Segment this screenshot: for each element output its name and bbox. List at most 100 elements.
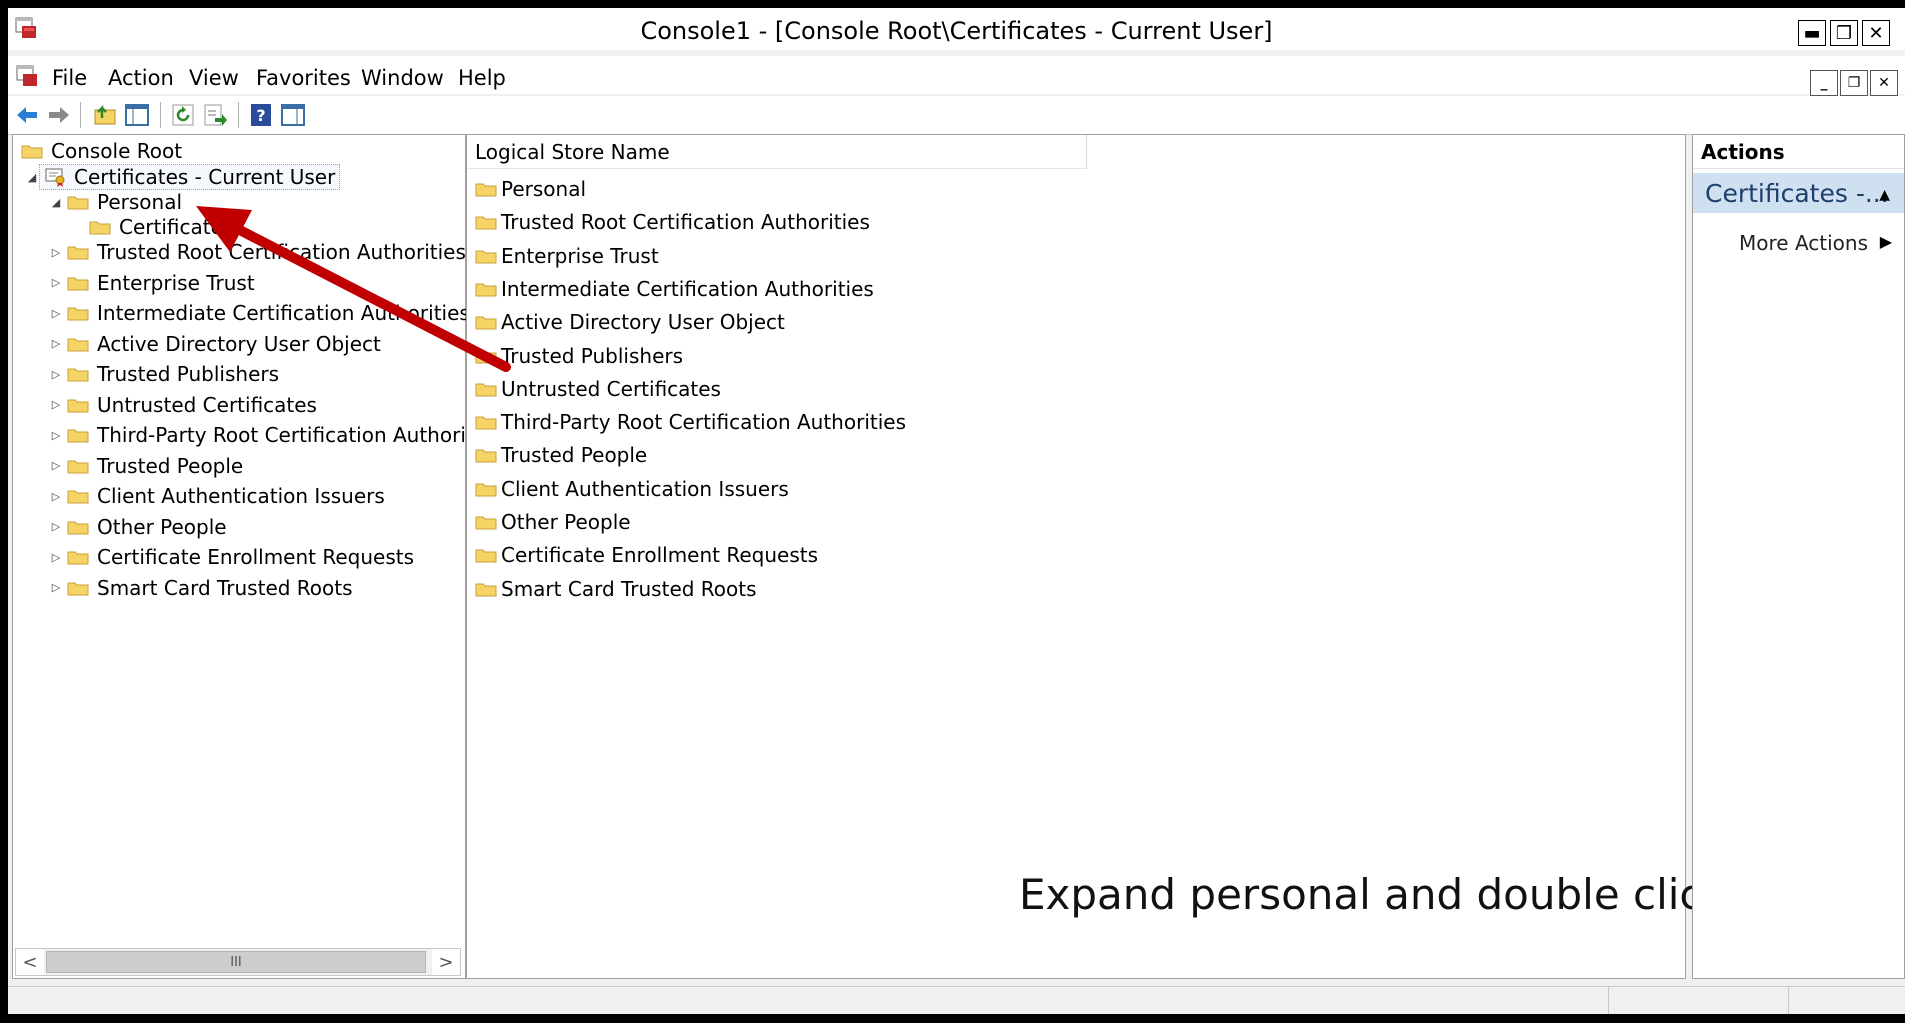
collapsed-triangle-icon[interactable]: ▷ bbox=[49, 520, 63, 533]
help-icon[interactable]: ? bbox=[248, 102, 274, 128]
menu-window[interactable]: Window bbox=[361, 66, 444, 90]
expanded-triangle-icon[interactable]: ◢ bbox=[25, 171, 39, 184]
folder-icon bbox=[475, 414, 497, 430]
menu-file[interactable]: File bbox=[52, 66, 87, 90]
collapsed-triangle-icon[interactable]: ▷ bbox=[49, 246, 63, 259]
tree-node-label: Untrusted Certificates bbox=[97, 392, 317, 417]
scroll-thumb[interactable]: III bbox=[46, 951, 426, 973]
child-minimize-button[interactable]: _ bbox=[1810, 70, 1838, 96]
list-item[interactable]: Certificate Enrollment Requests bbox=[475, 541, 818, 569]
list-item-label: Trusted People bbox=[501, 443, 648, 468]
tree-node-label: Certificate Enrollment Requests bbox=[97, 545, 415, 569]
tree-node-label: Client Authentication Issuers bbox=[97, 484, 385, 508]
collapsed-triangle-icon[interactable]: ▷ bbox=[49, 551, 63, 564]
list-item-label: Trusted Root Certification Authorities bbox=[501, 210, 870, 235]
more-actions-item[interactable]: More Actions bbox=[1739, 231, 1868, 255]
tree-node-store[interactable]: ▷ Untrusted Certificates bbox=[49, 391, 317, 419]
tree-node-store[interactable]: ▷ Active Directory User Object bbox=[49, 330, 381, 358]
console-menu-icon[interactable] bbox=[14, 64, 40, 88]
child-restore-button[interactable]: ❐ bbox=[1840, 70, 1868, 96]
folder-icon bbox=[67, 580, 89, 596]
toolbar: ? bbox=[8, 96, 1905, 135]
up-one-level-icon[interactable] bbox=[92, 102, 118, 128]
collapsed-triangle-icon[interactable]: ▷ bbox=[49, 459, 63, 472]
list-item[interactable]: Trusted People bbox=[475, 441, 647, 469]
tree-node-certificates-current-user[interactable]: ◢ Certificates - Current User bbox=[25, 163, 341, 191]
menu-help[interactable]: Help bbox=[458, 66, 506, 90]
expanded-triangle-icon[interactable]: ◢ bbox=[49, 196, 63, 209]
collapsed-triangle-icon[interactable]: ▷ bbox=[49, 490, 63, 503]
tree-node-store[interactable]: ▷ Trusted Publishers bbox=[49, 360, 279, 388]
refresh-icon[interactable] bbox=[170, 102, 196, 128]
tree-node-store[interactable]: ▷ Other People bbox=[49, 513, 227, 541]
tree-node-store[interactable]: ▷ Intermediate Certification Authorities bbox=[49, 299, 470, 327]
list-item[interactable]: Active Directory User Object bbox=[475, 308, 785, 336]
minimize-icon: ▬ bbox=[1803, 22, 1821, 44]
folder-icon bbox=[67, 366, 89, 382]
menu-view[interactable]: View bbox=[189, 66, 239, 90]
collapsed-triangle-icon[interactable]: ▷ bbox=[49, 307, 63, 320]
minimize-button[interactable]: ▬ bbox=[1798, 20, 1826, 46]
list-item[interactable]: Personal bbox=[475, 175, 586, 203]
collapsed-triangle-icon[interactable]: ▷ bbox=[49, 398, 63, 411]
tree-node-store[interactable]: ▷ Trusted People bbox=[49, 452, 243, 480]
list-item-label: Third-Party Root Certification Authoriti… bbox=[501, 410, 906, 435]
column-header-logical-store-name[interactable]: Logical Store Name bbox=[467, 135, 1087, 169]
tree-node-label: Intermediate Certification Authorities bbox=[97, 301, 470, 325]
folder-icon bbox=[475, 447, 497, 463]
list-item[interactable]: Untrusted Certificates bbox=[475, 375, 721, 403]
restore-button[interactable]: ❐ bbox=[1830, 20, 1858, 46]
show-hide-console-tree-icon[interactable] bbox=[124, 102, 150, 128]
folder-icon bbox=[67, 458, 89, 474]
collapsed-triangle-icon[interactable]: ▷ bbox=[49, 581, 63, 594]
collapsed-triangle-icon[interactable]: ▷ bbox=[49, 276, 63, 289]
list-item[interactable]: Enterprise Trust bbox=[475, 242, 659, 270]
folder-icon bbox=[475, 481, 497, 497]
collapsed-triangle-icon[interactable]: ▷ bbox=[49, 429, 63, 442]
scroll-right-button[interactable]: > bbox=[432, 949, 460, 975]
tree-node-label: Active Directory User Object bbox=[97, 331, 381, 356]
export-list-icon[interactable] bbox=[202, 102, 228, 128]
collapse-up-icon[interactable]: ▲ bbox=[1879, 187, 1890, 203]
tree-node-store[interactable]: ▷ Certificate Enrollment Requests bbox=[49, 543, 414, 571]
svg-text:?: ? bbox=[256, 106, 265, 125]
status-divider bbox=[1608, 987, 1609, 1014]
back-arrow-icon[interactable] bbox=[14, 102, 40, 128]
list-item[interactable]: Trusted Publishers bbox=[475, 342, 683, 370]
tree-node-personal[interactable]: ◢ Personal bbox=[49, 188, 182, 216]
tree-node-label: Trusted Root Certification Authorities bbox=[97, 240, 466, 264]
close-button[interactable]: ✕ bbox=[1862, 20, 1890, 46]
tree-node-store[interactable]: ▷ Smart Card Trusted Roots bbox=[49, 574, 353, 602]
tree-node-label: Enterprise Trust bbox=[97, 270, 255, 295]
scroll-left-button[interactable]: < bbox=[16, 949, 44, 975]
certificate-snapin-icon bbox=[45, 168, 65, 187]
tree-node-label: Console Root bbox=[51, 139, 183, 163]
list-item[interactable]: Intermediate Certification Authorities bbox=[475, 275, 874, 303]
collapsed-triangle-icon[interactable]: ▷ bbox=[49, 368, 63, 381]
list-item[interactable]: Third-Party Root Certification Authoriti… bbox=[475, 408, 906, 436]
folder-icon bbox=[89, 219, 111, 235]
tree-horizontal-scrollbar[interactable]: < III > bbox=[15, 948, 461, 976]
menu-favorites[interactable]: Favorites bbox=[256, 66, 351, 90]
menu-action[interactable]: Action bbox=[108, 66, 174, 90]
child-close-button[interactable]: ✕ bbox=[1870, 70, 1898, 96]
tree-node-console-root[interactable]: Console Root bbox=[21, 137, 182, 165]
tree-node-label: Certificates - Current User bbox=[74, 165, 336, 189]
list-item[interactable]: Other People bbox=[475, 508, 631, 536]
list-item[interactable]: Smart Card Trusted Roots bbox=[475, 575, 757, 603]
show-hide-action-pane-icon[interactable] bbox=[280, 102, 306, 128]
list-item[interactable]: Trusted Root Certification Authorities bbox=[475, 208, 870, 236]
tree-node-store[interactable]: ▷ Client Authentication Issuers bbox=[49, 482, 385, 510]
tree-node-store[interactable]: ▷ Enterprise Trust bbox=[49, 269, 255, 297]
tree-node-store[interactable]: ▷ Trusted Root Certification Authorities bbox=[49, 238, 466, 266]
collapsed-triangle-icon[interactable]: ▷ bbox=[49, 337, 63, 350]
folder-icon bbox=[475, 181, 497, 197]
tree-node-store[interactable]: ▷ Third-Party Root Certification Authorit… bbox=[49, 421, 502, 449]
forward-arrow-icon[interactable] bbox=[46, 102, 72, 128]
console-tree-pane: Console Root ◢ Certificates - Current Us… bbox=[12, 134, 502, 979]
tree-node-personal-certificates[interactable]: Certificates bbox=[89, 213, 233, 241]
actions-section-certificates[interactable]: Certificates -... ▲ bbox=[1693, 173, 1904, 213]
list-item[interactable]: Client Authentication Issuers bbox=[475, 475, 789, 503]
toolbar-separator bbox=[238, 102, 239, 128]
actions-pane: Actions Certificates -... ▲ More Actions… bbox=[1692, 134, 1905, 979]
